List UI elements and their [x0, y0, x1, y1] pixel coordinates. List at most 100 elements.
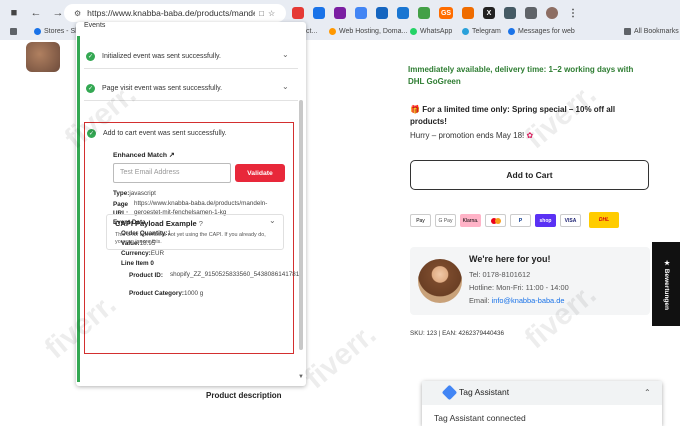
panel-scrollbar[interactable]	[299, 100, 303, 350]
contact-email-line: Email: info@knabba-baba.de	[469, 296, 564, 305]
ext-check-icon[interactable]	[376, 7, 388, 19]
page-url-value-1: https://www.knabba-baba.de/products/mand…	[134, 200, 268, 207]
bookmark-item[interactable]: Web Hosting, Doma...	[329, 28, 407, 35]
event-row[interactable]: ✓ Initialized event was sent successfully…	[86, 52, 221, 61]
capi-label: CAPI Payload Example	[115, 219, 197, 228]
profile-avatar-icon[interactable]	[546, 7, 558, 19]
bookmark-item[interactable]: WhatsApp	[410, 28, 452, 35]
promotion-end-text: Hurry – promotion ends May 18! ✿	[410, 131, 533, 140]
mastercard-icon	[485, 214, 506, 227]
test-email-input[interactable]: Test Email Address	[113, 163, 231, 183]
bookmark-label: Web Hosting, Doma...	[339, 28, 408, 35]
paypal-icon: P	[510, 214, 531, 227]
event-label: Page visit event was sent successfully.	[102, 85, 223, 92]
product-id-key: Product ID:	[129, 271, 169, 280]
event-row[interactable]: ✓ Add to cart event was sent successfully…	[87, 129, 227, 138]
ext-play-icon[interactable]	[462, 7, 474, 19]
currency-row: Currency:EUR	[121, 250, 164, 257]
type-value: javascript	[129, 190, 156, 197]
bookmark-label: ct...	[306, 28, 318, 35]
ext-circle-icon[interactable]	[504, 7, 516, 19]
chevron-down-icon[interactable]: ⌄	[269, 216, 276, 225]
enhanced-match-title: Enhanced Match ↗	[113, 151, 175, 159]
ext-camera-icon[interactable]	[313, 7, 325, 19]
line-item-label: Line Item 0	[121, 260, 154, 267]
divider	[84, 68, 298, 69]
help-icon[interactable]: ?	[199, 219, 203, 228]
ext-check2-icon[interactable]	[397, 7, 409, 19]
back-arrow-icon[interactable]: ←	[28, 5, 44, 21]
type-key: Type:	[113, 190, 130, 197]
events-panel: Events ✓ Initialized event was sent succe…	[76, 22, 306, 386]
apple-pay-icon: Pay	[410, 214, 431, 227]
event-row[interactable]: ✓ Page visit event was sent successfully.	[86, 84, 222, 93]
collapse-icon[interactable]: ⌃	[644, 388, 651, 397]
validate-button[interactable]: Validate	[235, 164, 285, 182]
extensions-bar: GS X ⋮	[292, 5, 588, 21]
watermark: fiverr.	[298, 317, 383, 396]
bookmark-label: Messages for web	[518, 28, 575, 35]
contact-hotline: Hotline: Mon-Fri: 11:00 - 14:00	[469, 283, 569, 292]
currency-value: EUR	[150, 250, 165, 257]
reviews-tab[interactable]: ★ Bewertungen	[652, 242, 680, 326]
type-row: Type:javascript	[113, 190, 156, 197]
telegram-icon	[462, 28, 469, 35]
visa-icon: VISA	[560, 214, 581, 227]
apps-grid-icon[interactable]	[10, 28, 20, 35]
bookmark-item[interactable]: ct...	[306, 28, 317, 35]
email-link[interactable]: info@knabba-baba.de	[492, 296, 565, 305]
ext-puzzle-icon[interactable]	[525, 7, 537, 19]
bookmark-item[interactable]: Telegram	[462, 28, 501, 35]
bookmark-item[interactable]: Messages for web	[508, 28, 575, 35]
tag-assistant-title: Tag Assistant	[459, 387, 510, 397]
translate-icon[interactable]: □	[259, 9, 264, 18]
add-to-cart-button[interactable]: Add to Cart	[410, 160, 649, 190]
line-item-key: Line Item 0	[121, 260, 154, 267]
ext-gs-icon[interactable]: GS	[439, 7, 453, 19]
chevron-down-icon[interactable]: ⌄	[282, 82, 289, 91]
category-row: Product Category:1000 g	[129, 290, 203, 297]
bookmark-favicon-icon	[329, 28, 336, 35]
bookmark-label: Telegram	[472, 28, 501, 35]
status-bar	[77, 36, 80, 382]
flower-icon: ✿	[526, 131, 534, 140]
product-description-heading[interactable]: Product description	[206, 391, 282, 400]
menu-icon[interactable]: ⋮	[567, 7, 579, 19]
chevron-down-icon[interactable]: ⌄	[282, 50, 289, 59]
bookmark-item[interactable]: Stores - Sh	[34, 28, 79, 35]
address-bar[interactable]: ⚙ https://www.knabba-baba.de/products/ma…	[64, 4, 286, 22]
bookmark-label: WhatsApp	[420, 28, 453, 35]
currency-key: Currency:	[121, 250, 151, 257]
check-circle-icon: ✓	[86, 52, 95, 61]
site-info-icon[interactable]: ⚙	[74, 9, 81, 18]
availability-text: Immediately available, delivery time: 1–…	[408, 65, 634, 86]
ext-chat-icon[interactable]	[334, 7, 346, 19]
folder-icon	[624, 28, 631, 35]
forward-tab-icon[interactable]: ■	[6, 5, 22, 21]
tag-assistant-popup: Tag Assistant ⌃ Tag Assistant connected	[422, 381, 662, 426]
ext-red-badge-icon[interactable]	[292, 7, 304, 19]
check-circle-icon: ✓	[87, 129, 96, 138]
capi-payload-card[interactable]: CAPI Payload Example ? This is for adver…	[106, 214, 284, 250]
address-bar-url[interactable]: https://www.knabba-baba.de/products/mand…	[87, 8, 255, 18]
ext-grid-icon[interactable]	[355, 7, 367, 19]
klarna-icon: Klarna.	[460, 214, 481, 227]
sku-ean: SKU: 123 | EAN: 4262379440436	[410, 330, 505, 337]
ext-doc-icon[interactable]	[418, 7, 430, 19]
email-label: Email:	[469, 296, 492, 305]
category-value: 1000 g	[183, 290, 204, 297]
divider	[84, 100, 298, 101]
contact-heading: We're here for you!	[469, 254, 551, 264]
enhanced-match-label: Enhanced Match	[113, 152, 168, 159]
pid-key: Product ID:	[129, 272, 163, 279]
external-link-icon[interactable]: ↗	[169, 152, 175, 159]
capi-description: This is for advertisers not yet using th…	[115, 232, 266, 245]
product-thumbnail[interactable]	[26, 42, 60, 72]
dhl-icon: DHL	[589, 212, 619, 228]
product-id-value: shopify_ZZ_9150525833560_54380861417816	[170, 271, 303, 278]
all-bookmarks[interactable]: All Bookmarks	[624, 28, 679, 35]
category-key: Product Category:	[129, 290, 184, 297]
scroll-down-arrow-icon[interactable]: ▼	[298, 374, 304, 380]
ext-x-icon[interactable]: X	[483, 7, 495, 19]
star-icon[interactable]: ☆	[268, 9, 275, 18]
